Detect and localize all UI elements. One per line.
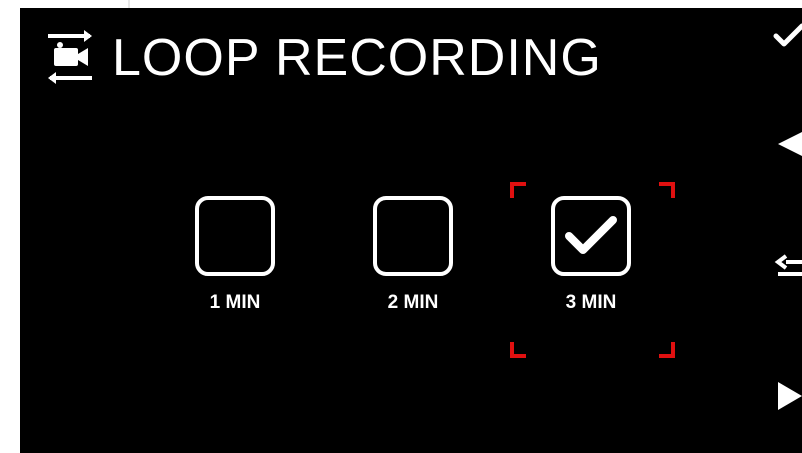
selection-corner	[510, 182, 526, 198]
next-button[interactable]	[772, 376, 802, 416]
option-label: 2 MIN	[387, 292, 439, 313]
arrow-right-icon	[778, 382, 802, 410]
confirm-button[interactable]	[772, 18, 802, 58]
top-separator	[128, 0, 130, 8]
selection-corner	[659, 342, 675, 358]
checkbox[interactable]	[373, 196, 453, 276]
swap-icon	[774, 254, 802, 276]
option-label: 1 MIN	[209, 292, 261, 313]
checkbox[interactable]	[195, 196, 275, 276]
option-1-min[interactable]: 1 MIN	[164, 184, 314, 354]
loop-duration-options: 1 MIN 2 MIN 3 MIN	[20, 8, 802, 453]
previous-button[interactable]	[772, 124, 802, 164]
check-icon	[773, 23, 802, 47]
option-2-min[interactable]: 2 MIN	[342, 184, 492, 354]
arrow-left-icon	[778, 132, 802, 156]
toggle-button[interactable]	[772, 248, 802, 288]
selection-corner	[659, 182, 675, 198]
camera-screen: LOOP RECORDING 1 MIN 2 MIN 3 MIN	[20, 8, 802, 453]
selection-frame	[510, 182, 675, 358]
selection-corner	[510, 342, 526, 358]
